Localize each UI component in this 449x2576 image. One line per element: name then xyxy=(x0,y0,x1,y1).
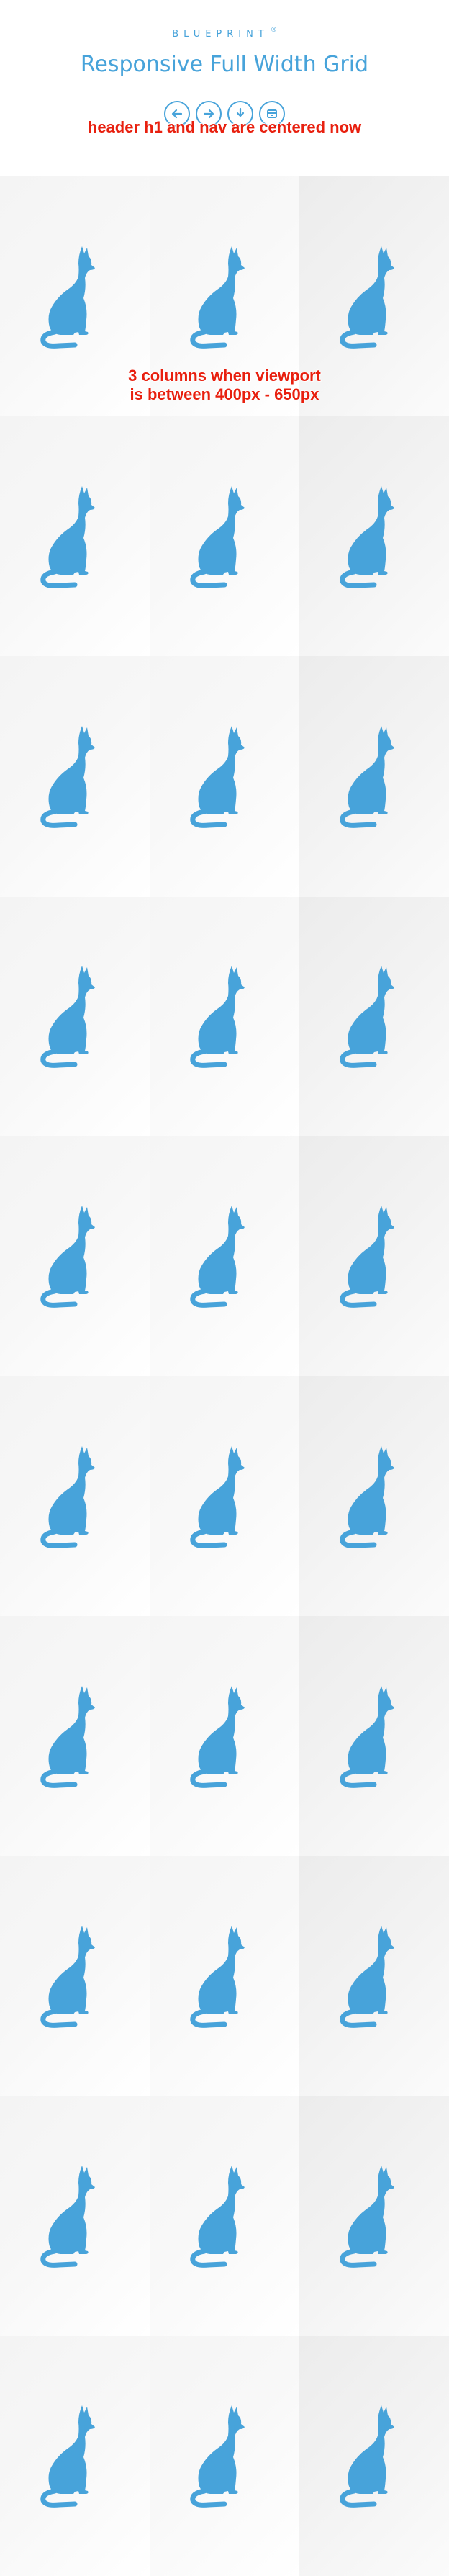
brand-text: BLUEPRINT xyxy=(172,29,269,40)
cat-icon xyxy=(39,1445,99,1548)
cat-icon xyxy=(39,2164,99,2268)
cat-icon xyxy=(338,964,399,1068)
site-header: BLUEPRINT ® Responsive Full Width Grid xyxy=(0,0,449,176)
grid-annotation-line-2: is between 400px - 650px xyxy=(130,385,319,403)
cat-icon xyxy=(338,2404,399,2508)
cat-icon xyxy=(39,245,99,349)
cat-icon xyxy=(189,1445,249,1548)
grid-item[interactable] xyxy=(150,416,299,657)
cat-icon xyxy=(189,245,249,349)
grid-item[interactable] xyxy=(299,1856,449,2096)
cat-icon xyxy=(189,1204,249,1308)
cat-icon xyxy=(39,485,99,588)
cat-icon xyxy=(189,1684,249,1788)
cat-icon xyxy=(39,2404,99,2508)
cat-icon xyxy=(39,1924,99,2028)
grid-item[interactable] xyxy=(0,1375,150,1617)
cat-icon xyxy=(189,2164,249,2268)
cat-icon xyxy=(189,485,249,588)
grid-item[interactable] xyxy=(150,1375,299,1617)
grid-item[interactable] xyxy=(0,1616,150,1857)
grid-item[interactable] xyxy=(299,1136,449,1376)
grid-item[interactable] xyxy=(0,1136,150,1376)
grid-item[interactable] xyxy=(150,1856,299,2096)
grid-item[interactable] xyxy=(0,656,150,897)
cat-icon xyxy=(39,964,99,1068)
grid-item[interactable] xyxy=(0,896,150,1136)
grid-item[interactable] xyxy=(150,896,299,1136)
cat-icon xyxy=(338,1204,399,1308)
cat-icon xyxy=(189,964,249,1068)
grid-item[interactable] xyxy=(0,2096,150,2336)
cat-icon xyxy=(338,1445,399,1548)
cat-icon xyxy=(338,1924,399,2028)
grid-item[interactable] xyxy=(150,2335,299,2576)
cat-icon xyxy=(338,245,399,349)
page-title: Responsive Full Width Grid xyxy=(80,52,369,77)
grid-item[interactable] xyxy=(299,2335,449,2576)
cat-icon xyxy=(39,724,99,828)
grid-item[interactable] xyxy=(0,1856,150,2096)
registered-mark: ® xyxy=(270,27,277,34)
cat-icon xyxy=(189,1924,249,2028)
grid-item[interactable] xyxy=(150,656,299,897)
grid-item[interactable] xyxy=(150,1136,299,1376)
cat-icon xyxy=(338,2164,399,2268)
grid-item[interactable] xyxy=(299,2096,449,2336)
cat-icon xyxy=(338,724,399,828)
grid-annotation-line-1: 3 columns when viewport xyxy=(128,367,321,385)
grid-item[interactable] xyxy=(299,1375,449,1617)
grid-item[interactable] xyxy=(299,416,449,657)
image-grid xyxy=(0,176,449,2576)
grid-item[interactable] xyxy=(150,1616,299,1857)
grid-item[interactable] xyxy=(150,2096,299,2336)
brand-logo[interactable]: BLUEPRINT ® xyxy=(0,27,449,40)
grid-item[interactable] xyxy=(0,2335,150,2576)
header-annotation: header h1 and nav are centered now xyxy=(87,118,362,136)
cat-icon xyxy=(189,2404,249,2508)
grid-item[interactable] xyxy=(299,656,449,897)
cat-icon xyxy=(338,485,399,588)
cat-icon xyxy=(338,1684,399,1788)
cat-icon xyxy=(189,724,249,828)
grid-item[interactable] xyxy=(299,896,449,1136)
grid-annotation: 3 columns when viewport is between 400px… xyxy=(0,367,449,404)
cat-icon xyxy=(39,1684,99,1788)
grid-item[interactable] xyxy=(299,1616,449,1857)
cat-icon xyxy=(39,1204,99,1308)
grid-item[interactable] xyxy=(0,416,150,657)
